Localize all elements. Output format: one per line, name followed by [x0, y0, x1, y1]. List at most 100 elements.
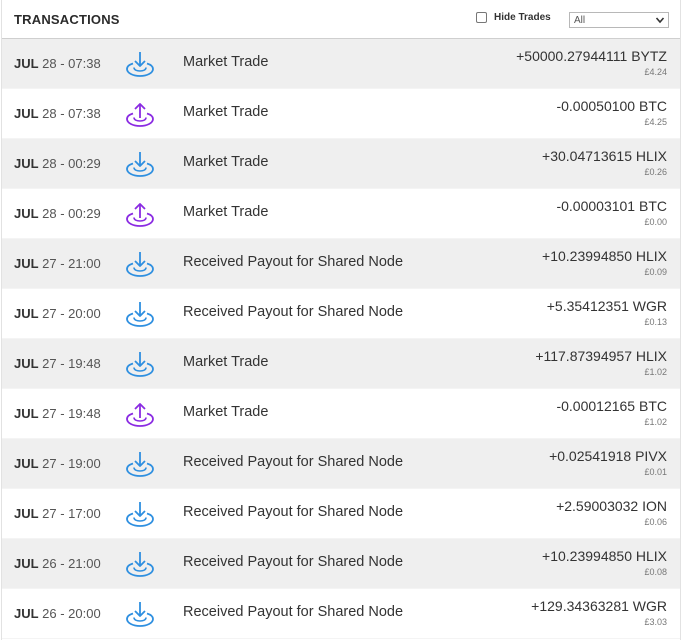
upload-icon — [126, 203, 154, 227]
upload-icon — [126, 403, 154, 427]
transaction-date: JUL 27 - 19:48 — [14, 356, 101, 371]
transaction-date: JUL 27 - 21:00 — [14, 256, 101, 271]
download-icon — [126, 352, 154, 377]
transactions-panel: TRANSACTIONS Hide Trades All JUL 28 - 07… — [1, 0, 681, 640]
transaction-description: Received Payout for Shared Node — [183, 504, 404, 520]
transaction-amount: +50000.27944111 BYTZ — [516, 48, 667, 64]
transaction-time: 27 - 19:48 — [38, 356, 101, 371]
transaction-time: 27 - 19:48 — [38, 406, 101, 421]
transaction-filter-select[interactable]: All — [569, 12, 669, 28]
transaction-date: JUL 28 - 00:29 — [14, 156, 101, 171]
transaction-time: 27 - 19:00 — [38, 456, 101, 471]
download-icon — [126, 502, 154, 527]
download-icon — [126, 552, 154, 577]
transaction-row[interactable]: JUL 27 - 21:00 Received Payout for Share… — [2, 239, 680, 289]
transaction-amount: -0.00012165 BTC — [556, 398, 667, 414]
transaction-fiat-value: £3.03 — [644, 617, 667, 627]
transaction-date: JUL 27 - 19:00 — [14, 456, 101, 471]
transaction-fiat-value: £1.02 — [644, 367, 667, 377]
transaction-fiat-value: £0.13 — [644, 317, 667, 327]
transaction-month: JUL — [14, 206, 39, 221]
transaction-row[interactable]: JUL 28 - 00:29 Market Trade -0.00003101 … — [2, 189, 680, 239]
transaction-fiat-value: £4.24 — [644, 67, 667, 77]
transaction-month: JUL — [14, 106, 39, 121]
transaction-row[interactable]: JUL 27 - 19:48 Market Trade -0.00012165 … — [2, 389, 680, 439]
hide-trades-checkbox[interactable] — [476, 12, 487, 23]
transaction-row[interactable]: JUL 27 - 19:48 Market Trade +117.8739495… — [2, 339, 680, 389]
transaction-row[interactable]: JUL 26 - 20:00 Received Payout for Share… — [2, 589, 680, 639]
transaction-fiat-value: £0.00 — [644, 217, 667, 227]
transaction-time: 28 - 07:38 — [38, 56, 101, 71]
transaction-amount: -0.00050100 BTC — [556, 98, 667, 114]
download-icon — [126, 602, 154, 627]
download-icon — [126, 452, 154, 477]
transaction-time: 26 - 20:00 — [38, 606, 101, 621]
transaction-fiat-value: £0.06 — [644, 517, 667, 527]
transaction-row[interactable]: JUL 28 - 07:38 Market Trade +50000.27944… — [2, 39, 680, 89]
download-icon — [126, 252, 154, 277]
transaction-fiat-value: £0.09 — [644, 267, 667, 277]
transaction-fiat-value: £0.26 — [644, 167, 667, 177]
transaction-description: Market Trade — [183, 104, 269, 120]
transaction-amount: +129.34363281 WGR — [531, 598, 667, 614]
transaction-time: 28 - 00:29 — [38, 156, 101, 171]
download-icon — [126, 302, 154, 327]
transaction-date: JUL 27 - 17:00 — [14, 506, 101, 521]
transaction-date: JUL 28 - 07:38 — [14, 106, 101, 121]
transaction-amount: +117.87394957 HLIX — [535, 348, 667, 364]
transactions-header: TRANSACTIONS Hide Trades All — [2, 0, 680, 39]
transaction-list: JUL 28 - 07:38 Market Trade +50000.27944… — [2, 39, 680, 639]
transaction-month: JUL — [14, 406, 39, 421]
download-icon — [126, 152, 154, 177]
transaction-amount: +10.23994850 HLIX — [542, 248, 667, 264]
transaction-fiat-value: £0.08 — [644, 567, 667, 577]
transaction-time: 28 - 00:29 — [38, 206, 101, 221]
hide-trades-toggle[interactable]: Hide Trades — [476, 12, 551, 23]
transaction-fiat-value: £1.02 — [644, 417, 667, 427]
transaction-date: JUL 28 - 07:38 — [14, 56, 101, 71]
transaction-fiat-value: £4.25 — [644, 117, 667, 127]
transaction-time: 28 - 07:38 — [38, 106, 101, 121]
filter-selected-value: All — [574, 14, 586, 26]
transaction-row[interactable]: JUL 26 - 21:00 Received Payout for Share… — [2, 539, 680, 589]
transaction-row[interactable]: JUL 27 - 17:00 Received Payout for Share… — [2, 489, 680, 539]
chevron-down-icon — [655, 17, 665, 24]
transaction-date: JUL 26 - 21:00 — [14, 556, 101, 571]
transaction-amount: +30.04713615 HLIX — [542, 148, 667, 164]
transaction-month: JUL — [14, 456, 39, 471]
transaction-month: JUL — [14, 56, 39, 71]
transaction-month: JUL — [14, 306, 39, 321]
transaction-row[interactable]: JUL 28 - 00:29 Market Trade +30.04713615… — [2, 139, 680, 189]
transaction-row[interactable]: JUL 27 - 19:00 Received Payout for Share… — [2, 439, 680, 489]
transaction-month: JUL — [14, 556, 39, 571]
download-icon — [126, 52, 154, 77]
transaction-month: JUL — [14, 506, 39, 521]
transaction-description: Received Payout for Shared Node — [183, 454, 404, 470]
transaction-date: JUL 26 - 20:00 — [14, 606, 101, 621]
transaction-time: 27 - 17:00 — [38, 506, 101, 521]
transaction-date: JUL 27 - 19:48 — [14, 406, 101, 421]
transaction-description: Market Trade — [183, 154, 269, 170]
transaction-time: 26 - 21:00 — [38, 556, 101, 571]
transaction-date: JUL 28 - 00:29 — [14, 206, 101, 221]
transaction-description: Market Trade — [183, 204, 269, 220]
transaction-row[interactable]: JUL 27 - 20:00 Received Payout for Share… — [2, 289, 680, 339]
transaction-description: Received Payout for Shared Node — [183, 304, 404, 320]
transaction-amount: +2.59003032 ION — [556, 498, 667, 514]
transaction-amount: +5.35412351 WGR — [546, 298, 667, 314]
transaction-description: Market Trade — [183, 404, 269, 420]
panel-title: TRANSACTIONS — [14, 11, 120, 27]
upload-icon — [126, 103, 154, 127]
transaction-description: Received Payout for Shared Node — [183, 604, 404, 620]
transaction-time: 27 - 21:00 — [38, 256, 101, 271]
transaction-amount: -0.00003101 BTC — [556, 198, 667, 214]
transaction-date: JUL 27 - 20:00 — [14, 306, 101, 321]
transaction-month: JUL — [14, 606, 39, 621]
transaction-row[interactable]: JUL 28 - 07:38 Market Trade -0.00050100 … — [2, 89, 680, 139]
hide-trades-label[interactable]: Hide Trades — [494, 12, 551, 23]
transaction-fiat-value: £0.01 — [644, 467, 667, 477]
transaction-time: 27 - 20:00 — [38, 306, 101, 321]
transaction-month: JUL — [14, 256, 39, 271]
transaction-description: Market Trade — [183, 54, 269, 70]
transaction-month: JUL — [14, 356, 39, 371]
